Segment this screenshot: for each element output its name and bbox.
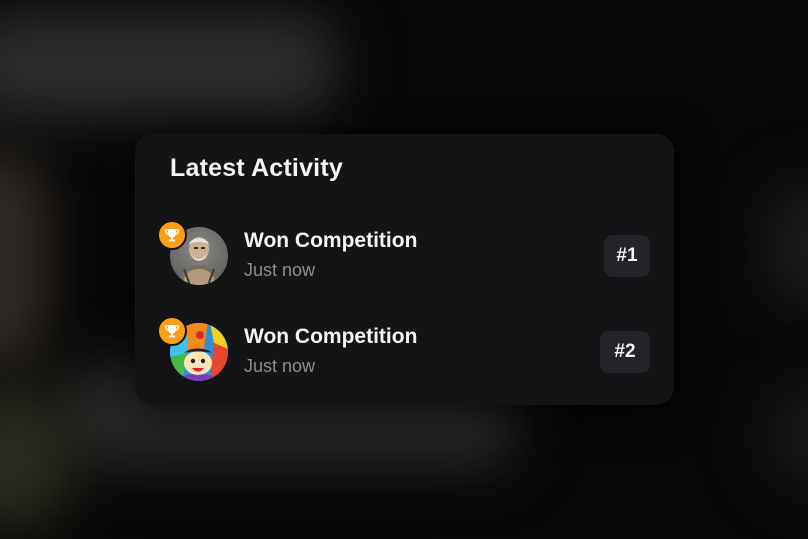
background-blur-shape <box>0 150 50 370</box>
rank-badge: #1 <box>604 235 650 277</box>
trophy-icon <box>157 220 187 250</box>
blurred-background: Latest Activity Won Competition Just now… <box>0 0 808 539</box>
activity-time: Just now <box>244 356 316 376</box>
activity-item[interactable]: Won Competition Just now #1 <box>135 220 674 294</box>
activity-title: Won Competition <box>244 325 418 348</box>
activity-title: Won Competition <box>244 229 418 252</box>
activity-item[interactable]: Won Competition Just now #2 <box>135 316 674 390</box>
background-blur-shape <box>0 390 70 530</box>
rank-badge: #2 <box>600 331 650 373</box>
background-blur-shape <box>760 180 808 310</box>
trophy-icon <box>157 316 187 346</box>
activity-time: Just now <box>244 260 316 280</box>
latest-activity-card: Latest Activity Won Competition Just now… <box>135 134 674 405</box>
background-blur-shape <box>760 380 808 490</box>
background-blur-shape <box>0 10 340 120</box>
card-title: Latest Activity <box>170 154 343 182</box>
